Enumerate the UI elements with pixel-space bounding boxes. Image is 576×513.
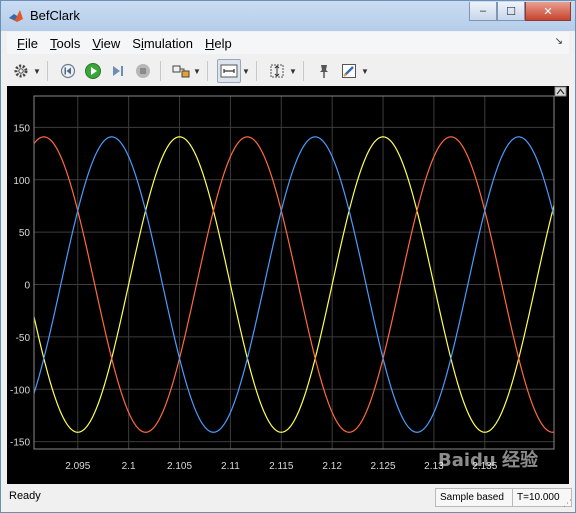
status-text: Ready: [9, 490, 41, 502]
settings-dropdown-icon[interactable]: ▼: [33, 67, 41, 76]
x-tick-label: 2.135: [472, 461, 497, 472]
toolbar-separator: [160, 61, 161, 81]
gear-icon[interactable]: [10, 60, 32, 82]
menu-file[interactable]: File: [17, 36, 38, 51]
rewind-icon[interactable]: [57, 60, 79, 82]
x-axis-labels: 2.095 2.1 2.105 2.11 2.115 2.12 2.125 2.13 2.135: [65, 461, 498, 472]
menu-view[interactable]: View: [92, 36, 120, 51]
highlight-icon[interactable]: [170, 60, 192, 82]
toolbar-separator: [303, 61, 304, 81]
x-tick-label: 2.13: [424, 461, 444, 472]
y-tick-label: 150: [13, 123, 30, 134]
close-button[interactable]: ✕: [525, 2, 571, 21]
window-title: BefClark: [30, 8, 80, 23]
scope-plot: 150100500-50-100-150 2.095 2.1 2.105 2.11 2.…: [10, 86, 567, 472]
style-icon[interactable]: [338, 60, 360, 82]
stop-icon[interactable]: [132, 60, 154, 82]
y-tick-label: -100: [10, 385, 30, 396]
x-tick-label: 2.095: [65, 461, 90, 472]
x-tick-label: 2.125: [371, 461, 396, 472]
x-tick-label: 2.11: [221, 461, 240, 472]
x-tick-label: 2.12: [322, 461, 342, 472]
run-icon[interactable]: [82, 60, 104, 82]
y-tick-label: 100: [13, 176, 30, 187]
x-tick-label: 2.105: [167, 461, 192, 472]
toolbar-separator: [256, 61, 257, 81]
zoom-dropdown-icon[interactable]: ▼: [242, 67, 250, 76]
style-dropdown-icon[interactable]: ▼: [361, 67, 369, 76]
pin-icon[interactable]: [313, 60, 335, 82]
zoom-icon[interactable]: [217, 59, 241, 83]
menu-collapse-arrow-icon[interactable]: ↘: [555, 36, 563, 47]
matlab-logo-icon: [9, 10, 23, 22]
x-tick-label: 2.1: [122, 461, 136, 472]
maximize-button[interactable]: ☐: [497, 2, 525, 21]
x-tick-label: 2.115: [269, 461, 294, 472]
menu-help[interactable]: Help: [205, 36, 232, 51]
y-tick-label: -50: [16, 333, 31, 344]
title-bar[interactable]: BefClark – ☐ ✕: [1, 1, 575, 31]
sample-mode-indicator: Sample based: [435, 488, 515, 507]
y-axis-labels: 150 100 50 0 -50 -100 -150: [10, 123, 30, 448]
toolbar-separator: [207, 61, 208, 81]
minimize-button[interactable]: –: [469, 2, 497, 21]
autoscale-icon[interactable]: [266, 60, 288, 82]
y-tick-label: 0: [24, 281, 30, 292]
undock-icon[interactable]: [554, 86, 567, 97]
plot-grid: [34, 96, 554, 449]
scope-display[interactable]: 150 100 50 0 -50 -100 -150 2.095 2.1 2.105 2.11 2.…: [7, 86, 569, 484]
toolbar-separator: [47, 61, 48, 81]
window-controls: – ☐ ✕: [469, 2, 571, 22]
menu-tools[interactable]: Tools: [50, 36, 80, 51]
autoscale-dropdown-icon[interactable]: ▼: [289, 67, 297, 76]
scope-window: BefClark – ☐ ✕ File Tools View Simulatio…: [0, 0, 576, 513]
y-tick-label: 50: [19, 228, 31, 239]
plot-frame: [33, 95, 555, 450]
highlight-dropdown-icon[interactable]: ▼: [193, 67, 201, 76]
resize-grip-icon[interactable]: ⋰: [563, 498, 572, 509]
y-tick-label: -150: [10, 438, 30, 449]
step-forward-icon[interactable]: [107, 60, 129, 82]
status-bar: Ready Sample based T=10.000 ⋰: [1, 485, 575, 511]
toolbar: ▼ ▼ ▼ ▼ ▼: [7, 57, 569, 85]
menu-simulation[interactable]: Simulation: [132, 36, 193, 51]
menu-bar: File Tools View Simulation Help ↘: [7, 32, 569, 54]
